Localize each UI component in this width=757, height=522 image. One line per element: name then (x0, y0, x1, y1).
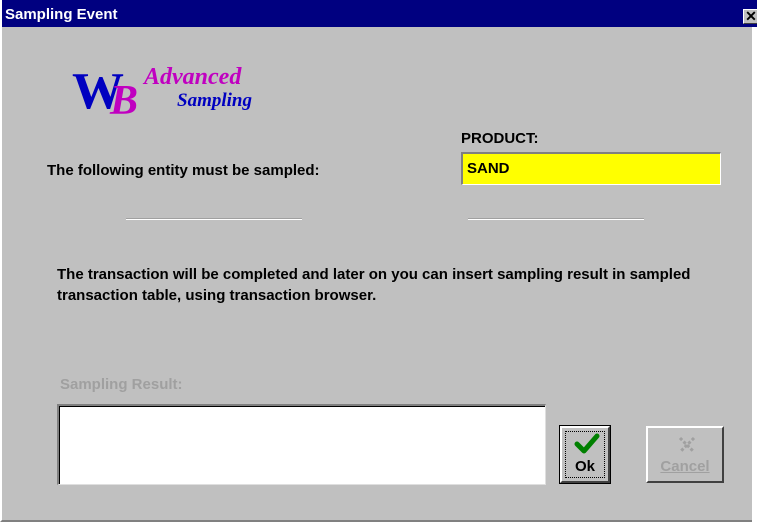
logo-line1: Advanced (142, 64, 242, 90)
checkmark-icon (574, 433, 600, 454)
cancel-x-icon (678, 436, 696, 454)
wb-advanced-sampling-logo: W B Advanced Sampling (72, 63, 252, 120)
sampling-event-dialog: Sampling Event ✕ W B Advanced Sampling P… (0, 0, 757, 522)
title-bar[interactable]: Sampling Event ✕ (2, 0, 757, 27)
close-icon: ✕ (745, 8, 757, 24)
logo-line2: Sampling (177, 90, 252, 111)
info-message: The transaction will be completed and la… (57, 266, 691, 304)
logo-mark-b: B (109, 78, 138, 120)
ok-button[interactable]: Ok (559, 425, 611, 484)
separator-right (468, 218, 644, 220)
cancel-button[interactable]: Cancel (646, 426, 724, 483)
entity-label: The following entity must be sampled: (47, 162, 320, 179)
product-field[interactable]: SAND (461, 152, 721, 185)
window-edge (752, 27, 757, 522)
ok-label: Ok (574, 458, 595, 475)
sampling-result-label: Sampling Result: (60, 376, 183, 393)
sampling-result-input[interactable] (57, 404, 546, 485)
window-title: Sampling Event (5, 6, 118, 23)
cancel-label: Cancel (660, 458, 710, 475)
close-button[interactable]: ✕ (743, 9, 757, 24)
product-label: PRODUCT: (461, 130, 539, 147)
separator-left (126, 218, 302, 220)
